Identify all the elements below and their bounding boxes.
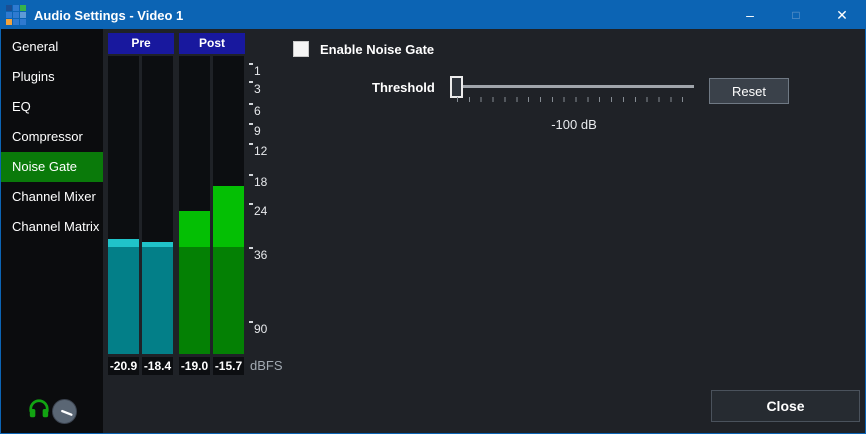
sidebar-item-eq[interactable]: EQ — [1, 92, 103, 122]
meter-post-left — [179, 56, 210, 354]
enable-noise-gate-checkbox[interactable] — [293, 41, 309, 57]
scale-tick-label: 90 — [254, 322, 267, 336]
threshold-value: -100 dB — [454, 117, 694, 132]
meter-value-post-right: -15.7 — [213, 357, 244, 375]
scale-tick-label: 24 — [254, 204, 267, 218]
meter-pre-left — [108, 56, 139, 354]
close-window-button[interactable]: ✕ — [819, 1, 865, 29]
enable-noise-gate-label: Enable Noise Gate — [320, 42, 434, 57]
sidebar-item-compressor[interactable]: Compressor — [1, 122, 103, 152]
scale-tick-label: 18 — [254, 175, 267, 189]
sidebar-item-noise-gate[interactable]: Noise Gate — [1, 152, 103, 182]
meter-pre-right — [142, 56, 173, 354]
sidebar-item-plugins[interactable]: Plugins — [1, 62, 103, 92]
sidebar-item-channel-matrix[interactable]: Channel Matrix — [1, 212, 103, 242]
audio-settings-window: Audio Settings - Video 1 – □ ✕ General P… — [0, 0, 866, 434]
headphones-icon[interactable] — [28, 398, 50, 420]
threshold-slider-ticks — [457, 97, 694, 102]
scale-tick-label: 36 — [254, 248, 267, 262]
window-title: Audio Settings - Video 1 — [34, 8, 183, 23]
sidebar-item-channel-mixer[interactable]: Channel Mixer — [1, 182, 103, 212]
meter-group-label-post: Post — [179, 33, 245, 54]
meter-value-pre-left: -20.9 — [108, 357, 139, 375]
meter-bar — [142, 242, 173, 354]
meter-db-scale: 1 3 6 9 12 18 24 36 90 — [250, 56, 284, 356]
scale-tick-label: 9 — [254, 124, 261, 138]
monitor-volume-knob[interactable] — [52, 399, 77, 424]
close-button[interactable]: Close — [711, 390, 860, 422]
meter-unit-label: dBFS — [250, 357, 283, 375]
meter-bar — [179, 211, 210, 354]
settings-sidebar: General Plugins EQ Compressor Noise Gate… — [1, 29, 103, 433]
meter-post-right — [213, 56, 244, 354]
scale-tick-label: 12 — [254, 144, 267, 158]
titlebar: Audio Settings - Video 1 – □ ✕ — [1, 1, 865, 29]
threshold-slider-thumb[interactable] — [450, 76, 463, 98]
scale-tick-label: 6 — [254, 104, 261, 118]
scale-tick-label: 3 — [254, 82, 261, 96]
meter-group-label-pre: Pre — [108, 33, 174, 54]
minimize-button[interactable]: – — [727, 1, 773, 29]
meter-value-post-left: -19.0 — [179, 357, 210, 375]
reset-button[interactable]: Reset — [709, 78, 789, 104]
meter-bar — [213, 186, 244, 354]
threshold-slider-track[interactable] — [454, 85, 694, 88]
window-controls: – □ ✕ — [727, 1, 865, 29]
meter-value-pre-right: -18.4 — [142, 357, 173, 375]
maximize-button: □ — [773, 1, 819, 29]
sidebar-item-general[interactable]: General — [1, 32, 103, 62]
scale-tick-label: 1 — [254, 64, 261, 78]
threshold-label: Threshold — [372, 80, 435, 95]
app-logo-icon — [6, 5, 26, 25]
meter-bar — [108, 239, 139, 354]
